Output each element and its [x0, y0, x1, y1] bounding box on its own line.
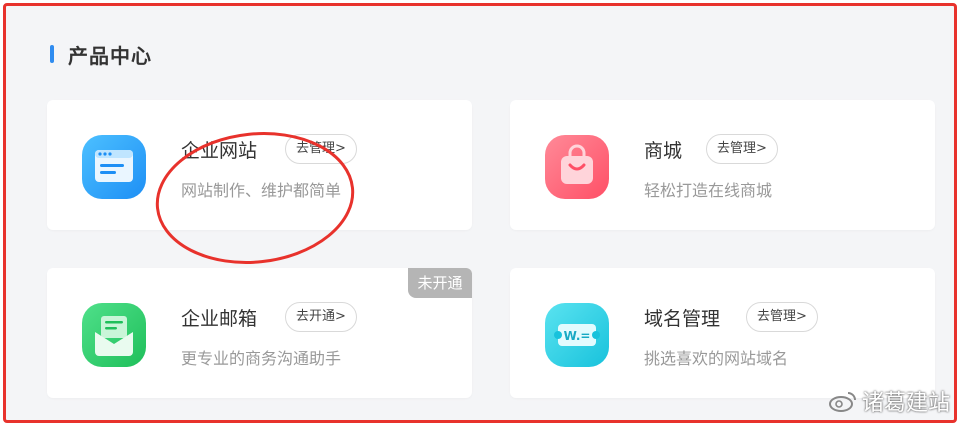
domain-icon-text: W.=	[564, 329, 591, 343]
title-accent-bar	[50, 45, 54, 63]
product-card-domain[interactable]: W.= 域名管理 去管理> 挑选喜欢的网站域名	[510, 268, 935, 398]
product-description: 更专业的商务沟通助手	[181, 349, 342, 368]
weibo-icon	[828, 392, 856, 412]
highlight-frame: 产品中心 企业网站 去管理> 网站制作、维护都简单 商城 去管理> 轻松打造在线…	[3, 3, 957, 423]
product-description: 挑选喜欢的网站域名	[644, 349, 789, 368]
mail-icon	[81, 302, 147, 368]
domain-icon: W.=	[544, 302, 610, 368]
product-card-email[interactable]: 企业邮箱 去开通> 更专业的商务沟通助手 未开通	[47, 268, 472, 398]
product-card-website[interactable]: 企业网站 去管理> 网站制作、维护都简单	[47, 100, 472, 230]
manage-button[interactable]: 去管理>	[706, 134, 778, 164]
manage-button[interactable]: 去管理>	[746, 302, 818, 332]
manage-button[interactable]: 去管理>	[285, 134, 357, 164]
product-name: 企业邮箱	[181, 308, 258, 330]
product-card-mall[interactable]: 商城 去管理> 轻松打造在线商城	[510, 100, 935, 230]
activate-button[interactable]: 去开通>	[285, 302, 357, 332]
product-name: 商城	[644, 140, 683, 162]
status-badge: 未开通	[408, 268, 472, 298]
watermark: 诸葛建站	[828, 385, 950, 417]
product-name: 域名管理	[644, 308, 721, 330]
website-icon	[81, 134, 147, 200]
product-description: 网站制作、维护都简单	[181, 181, 342, 200]
product-name: 企业网站	[181, 140, 258, 162]
product-description: 轻松打造在线商城	[644, 181, 773, 200]
shopping-bag-icon	[544, 134, 610, 200]
page-title: 产品中心	[68, 43, 152, 68]
section-header: 产品中心	[50, 42, 152, 68]
watermark-text: 诸葛建站	[861, 391, 950, 416]
